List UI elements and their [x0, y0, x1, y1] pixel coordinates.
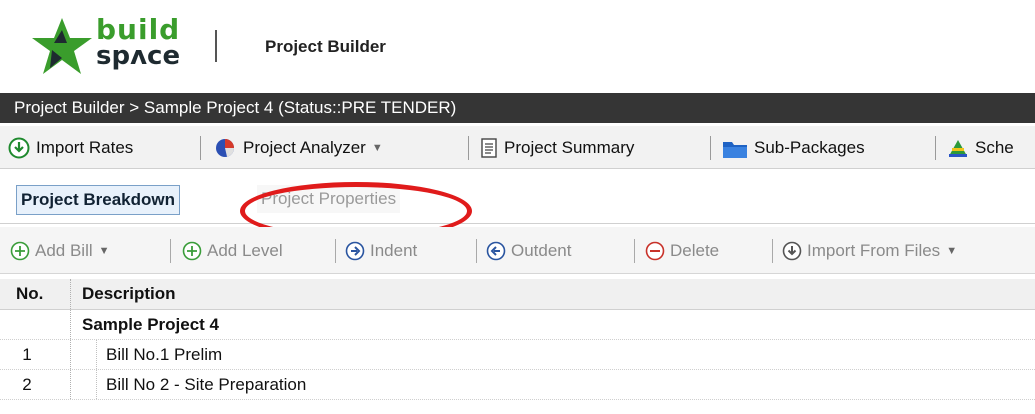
table-row[interactable]: 2 Bill No 2 - Site Preparation [0, 370, 1035, 400]
toolbar-separator [935, 136, 936, 160]
project-grid: No. Description Sample Project 4 1 Bill … [0, 279, 1035, 400]
row-description: Bill No.1 Prelim [106, 345, 223, 364]
import-from-files-label: Import From Files [807, 241, 941, 260]
column-divider [70, 340, 71, 369]
chevron-down-icon: ▼ [946, 245, 958, 257]
breadcrumb: Project Builder > Sample Project 4 (Stat… [0, 93, 1035, 123]
pie-chart-icon [216, 139, 235, 157]
schedule-button[interactable]: Sche [947, 135, 1014, 161]
project-summary-label: Project Summary [504, 138, 635, 157]
row-description: Sample Project 4 [82, 315, 220, 334]
arrow-left-circle-icon [486, 241, 506, 261]
outdent-button[interactable]: Outdent [486, 238, 572, 264]
arrow-right-circle-icon [345, 241, 365, 261]
toolbar-separator [468, 136, 469, 160]
toolbar-separator [170, 239, 171, 263]
row-number: 1 [22, 345, 32, 364]
tree-indent-line [96, 370, 97, 399]
sub-packages-label: Sub-Packages [754, 138, 865, 157]
import-from-files-button[interactable]: Import From Files ▼ [782, 238, 957, 264]
logo-star-icon [32, 18, 92, 74]
download-circle-icon [782, 241, 802, 261]
toolbar-separator [772, 239, 773, 263]
row-description: Bill No 2 - Site Preparation [106, 375, 307, 394]
app-title: Project Builder [265, 37, 386, 56]
download-circle-icon [8, 137, 30, 159]
toolbar-separator [335, 239, 336, 263]
indent-label: Indent [370, 241, 418, 260]
column-divider [70, 370, 71, 399]
folder-icon [723, 142, 747, 158]
project-summary-button[interactable]: Project Summary [480, 135, 634, 161]
schedule-label: Sche [975, 138, 1014, 157]
minus-circle-icon [645, 241, 665, 261]
delete-label: Delete [670, 241, 720, 260]
add-level-label: Add Level [207, 241, 283, 260]
logo-word-space: spʌce [96, 41, 181, 71]
plus-circle-icon [10, 241, 30, 261]
column-divider [70, 310, 71, 339]
buildspace-logo: build spʌce [30, 14, 220, 74]
add-level-button[interactable]: Add Level [182, 238, 283, 264]
chevron-down-icon: ▼ [371, 142, 383, 154]
outdent-label: Outdent [511, 241, 572, 260]
delete-button[interactable]: Delete [645, 238, 719, 264]
toolbar-separator [710, 136, 711, 160]
table-row[interactable]: Sample Project 4 [0, 310, 1035, 340]
logo-word-build: build [96, 13, 181, 46]
tab-bar: Project Breakdown Project Properties [0, 171, 1035, 224]
toolbar-separator [634, 239, 635, 263]
indent-button[interactable]: Indent [345, 238, 417, 264]
row-number: 2 [22, 375, 32, 394]
document-list-icon [481, 138, 497, 158]
app-header: build spʌce Project Builder [0, 0, 1035, 90]
table-row[interactable]: 1 Bill No.1 Prelim [0, 340, 1035, 370]
add-bill-button[interactable]: Add Bill ▼ [10, 238, 110, 264]
breadcrumb-text: Project Builder > Sample Project 4 (Stat… [14, 98, 457, 117]
bill-toolbar: Add Bill ▼ Add Level Indent Outdent Dele… [0, 227, 1035, 274]
column-divider [70, 279, 72, 309]
grid-header: No. Description [0, 279, 1035, 310]
column-header-description[interactable]: Description [82, 279, 176, 309]
column-header-no[interactable]: No. [16, 279, 43, 309]
chevron-down-icon: ▼ [98, 245, 110, 257]
import-rates-button[interactable]: Import Rates [8, 135, 133, 161]
sub-packages-button[interactable]: Sub-Packages [722, 135, 865, 161]
schedule-pyramid-icon [949, 140, 967, 157]
toolbar-separator [476, 239, 477, 263]
toolbar-separator [200, 136, 201, 160]
project-analyzer-button[interactable]: Project Analyzer ▼ [213, 135, 383, 161]
import-rates-label: Import Rates [36, 138, 134, 157]
add-bill-label: Add Bill [35, 241, 93, 260]
tab-project-breakdown[interactable]: Project Breakdown [16, 185, 180, 215]
plus-circle-icon [182, 241, 202, 261]
project-analyzer-label: Project Analyzer [243, 138, 366, 157]
tree-indent-line [96, 340, 97, 369]
header-divider [215, 30, 217, 62]
main-toolbar: Import Rates Project Analyzer ▼ Project … [0, 126, 1035, 169]
